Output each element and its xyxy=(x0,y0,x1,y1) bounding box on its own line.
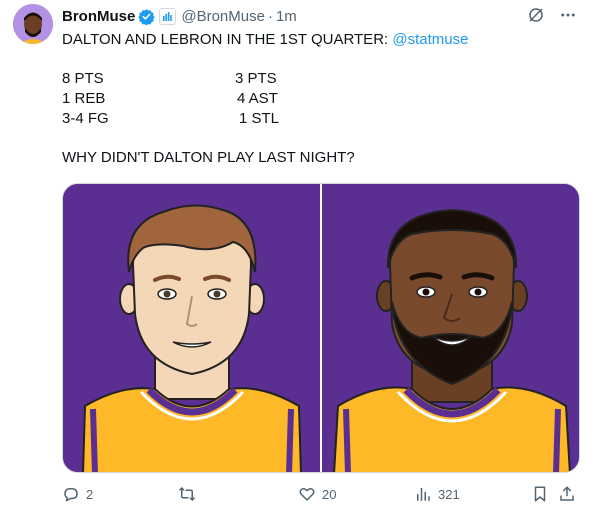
tweet-top-actions xyxy=(527,6,577,29)
avatar-image xyxy=(13,4,53,44)
dalton-stat: 3-4 FG xyxy=(62,110,109,127)
retweet-button[interactable] xyxy=(177,485,203,503)
dalton-stat: 8 PTS xyxy=(62,70,104,87)
lebron-stat: 3 PTS xyxy=(235,70,277,87)
timestamp[interactable]: 1m xyxy=(276,8,297,25)
lebron-image[interactable] xyxy=(322,184,579,472)
dalton-image[interactable] xyxy=(63,184,320,472)
share-icon xyxy=(560,486,574,501)
lebron-stats: 3 PTS 4 AST 1 STL xyxy=(235,69,279,129)
analytics-icon xyxy=(417,488,430,501)
display-name[interactable]: BronMuse xyxy=(62,8,135,25)
tweet-body: DALTON AND LEBRON IN THE 1ST QUARTER: xyxy=(62,31,393,48)
like-count: 20 xyxy=(322,486,337,502)
dalton-stats: 8 PTS 1 REB 3-4 FG xyxy=(62,69,109,129)
tweet-header: BronMuse @BronMuse · 1m xyxy=(62,6,297,26)
views-button[interactable]: 321 xyxy=(414,485,460,503)
bookmark-button[interactable] xyxy=(532,485,548,503)
dalton-stat: 1 REB xyxy=(62,90,106,107)
lebron-stat: 1 STL xyxy=(239,110,280,127)
reply-icon xyxy=(64,488,78,502)
tweet-media[interactable] xyxy=(62,183,580,473)
reply-button[interactable]: 2 xyxy=(62,485,93,503)
like-button[interactable]: 20 xyxy=(298,485,336,503)
user-handle[interactable]: @BronMuse xyxy=(181,8,265,25)
affiliate-badge-icon[interactable] xyxy=(159,7,177,25)
tweet-question: WHY DIDN'T DALTON PLAY LAST NIGHT? xyxy=(62,149,355,166)
bookmark-icon xyxy=(534,486,546,502)
tweet-text: DALTON AND LEBRON IN THE 1ST QUARTER: @s… xyxy=(62,30,582,50)
mention-link[interactable]: @statmuse xyxy=(392,31,468,48)
view-count: 321 xyxy=(438,486,460,502)
tweet-actions: 2 20 321 xyxy=(62,485,582,507)
lebron-stat: 4 AST xyxy=(237,90,278,107)
avatar[interactable] xyxy=(13,4,53,44)
share-button[interactable] xyxy=(558,485,576,503)
grok-icon[interactable] xyxy=(527,6,545,29)
reply-count: 2 xyxy=(86,486,94,502)
separator-dot: · xyxy=(267,7,273,25)
heart-icon xyxy=(299,488,315,501)
more-options-icon[interactable] xyxy=(559,6,577,29)
verified-badge-icon xyxy=(138,8,156,25)
retweet-icon xyxy=(178,486,196,502)
